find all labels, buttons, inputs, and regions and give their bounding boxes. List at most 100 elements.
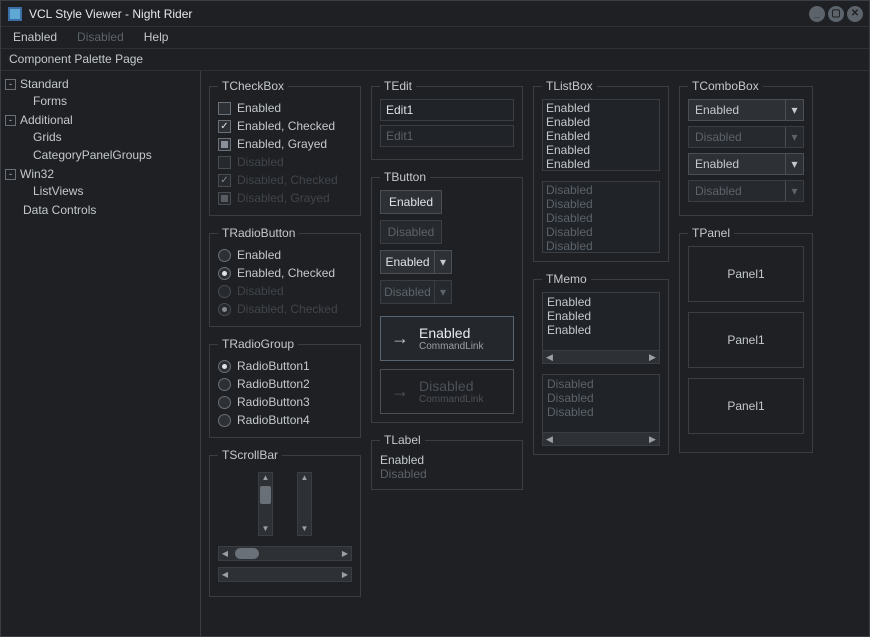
- chevron-down-icon: ▾: [434, 280, 452, 304]
- tree-node-listviews[interactable]: ListViews: [33, 183, 196, 199]
- radio-enabled-checked[interactable]: Enabled, Checked: [218, 264, 352, 282]
- tree-node-additional[interactable]: - Additional: [5, 112, 196, 128]
- radio-icon: [218, 285, 231, 298]
- memo-line: Disabled: [547, 405, 655, 419]
- scroll-thumb[interactable]: [260, 486, 271, 504]
- tree-label: Grids: [33, 130, 62, 144]
- chevron-down-icon[interactable]: ▾: [785, 154, 803, 174]
- combo-value: Enabled: [689, 154, 785, 174]
- legend-tmemo: TMemo: [542, 272, 591, 286]
- menu-disabled: Disabled: [67, 27, 134, 48]
- scroll-track[interactable]: [259, 484, 272, 524]
- checkbox-enabled-checked[interactable]: Enabled, Checked: [218, 117, 352, 135]
- close-button[interactable]: ✕: [847, 6, 863, 22]
- commandlink-title: Disabled: [419, 378, 483, 394]
- radio-label: RadioButton2: [237, 377, 310, 391]
- memo-enabled[interactable]: Enabled Enabled Enabled ◀▶: [542, 292, 660, 364]
- maximize-button[interactable]: ▢: [828, 6, 844, 22]
- chevron-down-icon[interactable]: ▾: [434, 250, 452, 274]
- radio-enabled[interactable]: Enabled: [218, 246, 352, 264]
- tree-node-standard[interactable]: - Standard: [5, 76, 196, 92]
- legend-tpanel: TPanel: [688, 226, 734, 240]
- splitbutton-label: Disabled: [380, 280, 434, 304]
- scroll-left-icon[interactable]: ◀: [543, 352, 556, 363]
- radio-disabled: Disabled: [218, 282, 352, 300]
- minimize-button[interactable]: _: [809, 6, 825, 22]
- splitbutton-enabled[interactable]: Enabled▾: [380, 250, 514, 274]
- hscrollbar-enabled[interactable]: ◀▶: [218, 546, 352, 561]
- legend-tlabel: TLabel: [380, 433, 425, 447]
- checkbox-label: Enabled: [237, 101, 281, 115]
- radiogroup-item-1[interactable]: RadioButton1: [218, 357, 352, 375]
- panel-label: Panel1: [727, 399, 764, 413]
- list-item[interactable]: Enabled: [546, 129, 656, 143]
- checkbox-icon: [218, 192, 231, 205]
- list-item: Disabled: [546, 211, 656, 225]
- window-title: VCL Style Viewer - Night Rider: [29, 7, 806, 21]
- list-item[interactable]: Enabled: [546, 157, 656, 171]
- combobox-2: Disabled▾: [688, 126, 804, 148]
- title-bar: VCL Style Viewer - Night Rider _ ▢ ✕: [1, 1, 869, 27]
- scroll-track: [298, 484, 311, 524]
- arrow-right-icon: →: [391, 381, 409, 402]
- listbox-enabled[interactable]: Enabled Enabled Enabled Enabled Enabled …: [542, 99, 660, 171]
- scroll-right-icon: ▶: [339, 570, 351, 579]
- group-tpanel: TPanel Panel1 Panel1 Panel1: [679, 226, 813, 453]
- expander-icon[interactable]: -: [5, 169, 16, 180]
- tree-node-grids[interactable]: Grids: [33, 129, 196, 145]
- scroll-track[interactable]: [231, 547, 339, 560]
- list-item: Disabled: [546, 225, 656, 239]
- radio-label: Disabled, Checked: [237, 302, 338, 316]
- edit-disabled: [380, 125, 514, 147]
- radiogroup-item-3[interactable]: RadioButton3: [218, 393, 352, 411]
- scroll-down-icon[interactable]: ▼: [259, 524, 272, 535]
- expander-icon[interactable]: -: [5, 79, 16, 90]
- commandlink-title: Enabled: [419, 325, 483, 341]
- chevron-down-icon[interactable]: ▾: [785, 100, 803, 120]
- checkbox-label: Disabled, Checked: [237, 173, 338, 187]
- memo-line: Disabled: [547, 391, 655, 405]
- checkbox-icon: [218, 138, 231, 151]
- list-item[interactable]: Enabled: [546, 115, 656, 129]
- button-enabled[interactable]: Enabled: [380, 190, 442, 214]
- memo-hscrollbar[interactable]: ◀▶: [543, 350, 659, 363]
- combobox-1[interactable]: Enabled▾: [688, 99, 804, 121]
- checkbox-disabled-checked: Disabled, Checked: [218, 171, 352, 189]
- radiogroup-item-4[interactable]: RadioButton4: [218, 411, 352, 429]
- list-item[interactable]: Enabled: [546, 143, 656, 157]
- combobox-3[interactable]: Enabled▾: [688, 153, 804, 175]
- legend-tcheckbox: TCheckBox: [218, 79, 288, 93]
- menu-help[interactable]: Help: [134, 27, 179, 48]
- menu-enabled[interactable]: Enabled: [3, 27, 67, 48]
- label-enabled: Enabled: [380, 453, 514, 467]
- button-disabled: Disabled: [380, 220, 442, 244]
- tree-node-win32[interactable]: - Win32: [5, 166, 196, 182]
- combo-value: Disabled: [689, 127, 785, 147]
- expander-icon[interactable]: -: [5, 115, 16, 126]
- scroll-left-icon[interactable]: ◀: [219, 549, 231, 558]
- tree-node-forms[interactable]: Forms: [33, 93, 196, 109]
- checkbox-enabled[interactable]: Enabled: [218, 99, 352, 117]
- radiogroup-item-2[interactable]: RadioButton2: [218, 375, 352, 393]
- component-tree: - Standard Forms - Additional: [5, 75, 196, 219]
- radio-icon: [218, 303, 231, 316]
- list-item[interactable]: Enabled: [546, 101, 656, 115]
- scroll-right-icon: ▶: [646, 434, 659, 445]
- scroll-up-icon[interactable]: ▲: [259, 473, 272, 484]
- tree-node-categorypanelgroups[interactable]: CategoryPanelGroups: [33, 147, 196, 163]
- tree-label: Additional: [20, 113, 73, 127]
- scroll-right-icon[interactable]: ▶: [339, 549, 351, 558]
- combobox-4: Disabled▾: [688, 180, 804, 202]
- tree-node-datacontrols[interactable]: Data Controls: [5, 202, 196, 218]
- vscrollbar-enabled[interactable]: ▲▼: [258, 472, 273, 536]
- legend-tradiogroup: TRadioGroup: [218, 337, 298, 351]
- commandlink-enabled[interactable]: → EnabledCommandLink: [380, 316, 514, 361]
- scroll-thumb[interactable]: [235, 548, 259, 559]
- scroll-right-icon[interactable]: ▶: [646, 352, 659, 363]
- memo-line: Disabled: [547, 377, 655, 391]
- edit-enabled[interactable]: [380, 99, 514, 121]
- list-item: Disabled: [546, 197, 656, 211]
- memo-line: Enabled: [547, 309, 655, 323]
- splitbutton-label[interactable]: Enabled: [380, 250, 434, 274]
- checkbox-enabled-grayed[interactable]: Enabled, Grayed: [218, 135, 352, 153]
